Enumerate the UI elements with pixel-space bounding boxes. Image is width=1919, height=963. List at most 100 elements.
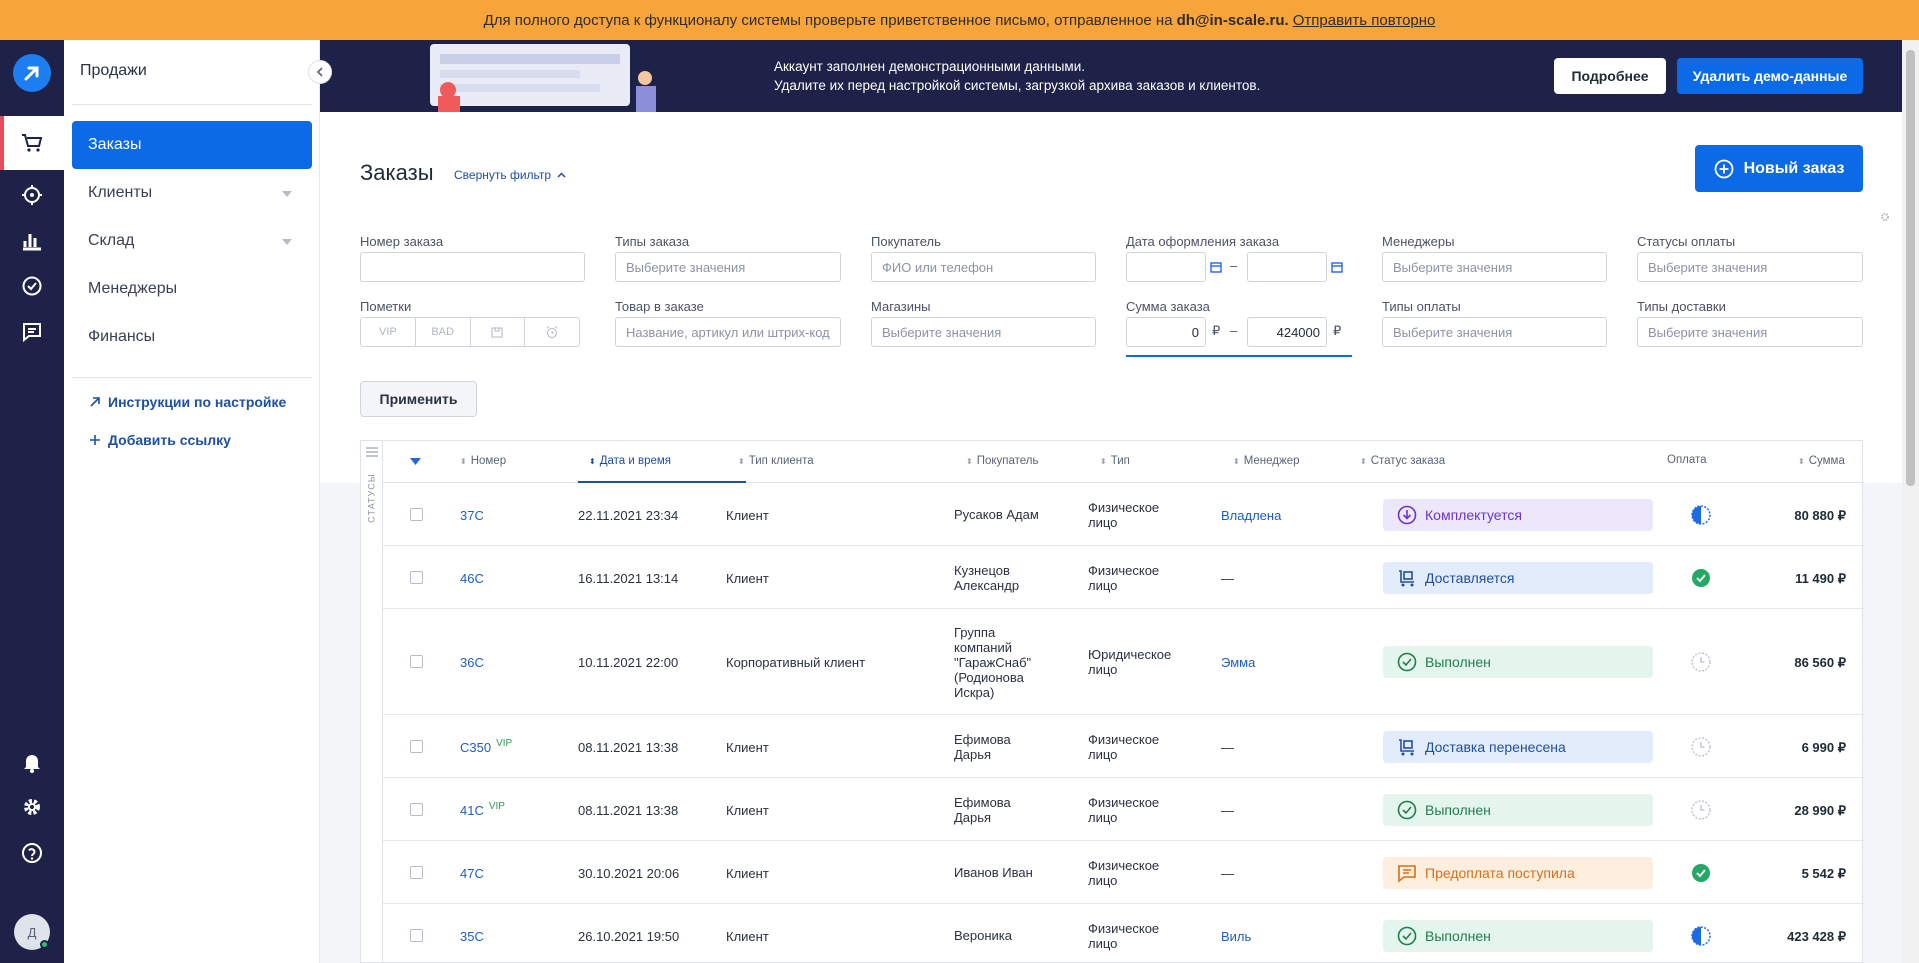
header-number[interactable]: ⬍ Номер [460, 455, 506, 467]
new-order-button[interactable]: Новый заказ [1695, 145, 1863, 192]
buyer-cell: Русаков Адам [954, 507, 1039, 522]
avatar[interactable]: Д [14, 914, 50, 950]
sidebar-item-clients[interactable]: Клиенты [72, 169, 312, 217]
status-badge[interactable]: Выполнен [1383, 646, 1653, 678]
managers-select[interactable] [1382, 252, 1607, 282]
chevron-down-icon [282, 239, 292, 245]
sidebar-item-orders[interactable]: Заказы [72, 121, 312, 169]
type-cell: Юридическое лицо [1088, 647, 1172, 677]
add-link-button[interactable]: Добавить ссылку [90, 432, 231, 448]
row-checkbox[interactable] [410, 655, 423, 668]
date-from-input[interactable] [1126, 252, 1206, 282]
filter-label: Статусы оплаты [1637, 234, 1736, 249]
sum-cell: 86 560 ₽ [1794, 655, 1846, 670]
header-client-type[interactable]: ⬍ Тип клиента [738, 455, 814, 467]
buyer-input[interactable] [871, 252, 1096, 282]
order-number-link[interactable]: C350 [460, 740, 491, 755]
table-row[interactable]: 41C VIP 08.11.2021 13:38 Клиент Ефимова Дарь… [383, 778, 1864, 841]
order-number-link[interactable]: 36C [460, 655, 484, 670]
delivery-types-select[interactable] [1637, 317, 1863, 347]
datetime-cell: 08.11.2021 13:38 [578, 739, 679, 755]
calendar-icon[interactable] [1210, 261, 1222, 273]
help-icon[interactable] [0, 826, 64, 880]
page-title: Заказы [360, 160, 434, 185]
filter-label: Типы доставки [1637, 299, 1726, 314]
scrollbar[interactable] [1902, 40, 1919, 963]
bad-mark-toggle[interactable]: BAD [416, 318, 471, 346]
delete-demo-button[interactable]: Удалить демо-данные [1677, 58, 1863, 94]
sum-to-input[interactable]: 424000 [1247, 317, 1327, 347]
collapse-filter-link[interactable]: Свернуть фильтр [454, 168, 566, 182]
settings-icon[interactable] [1880, 212, 1890, 222]
select-all-dropdown-icon[interactable] [410, 458, 421, 465]
row-checkbox[interactable] [410, 570, 423, 584]
header-manager[interactable]: ⬍ Менеджер [1233, 455, 1300, 467]
logo-icon[interactable] [13, 54, 51, 92]
sidebar-item-warehouse[interactable]: Склад [72, 217, 312, 265]
payment-status-icon[interactable] [1691, 652, 1711, 672]
payment-status-icon[interactable] [1691, 568, 1711, 588]
statuses-panel[interactable]: СТАТУСЫ [361, 441, 383, 963]
pay-types-select[interactable] [1382, 317, 1607, 347]
order-number-link[interactable]: 37C [460, 508, 484, 523]
order-number-link[interactable]: 47C [460, 866, 484, 881]
alarm-mark-toggle[interactable] [525, 318, 579, 346]
sum-from-input[interactable]: 0 [1126, 317, 1206, 347]
header-datetime[interactable]: ⬍ Дата и время [589, 455, 671, 467]
status-badge[interactable]: Доставляется [1383, 561, 1653, 594]
status-badge[interactable]: Комплектуется [1383, 498, 1653, 531]
order-number-input[interactable] [360, 252, 585, 282]
row-checkbox[interactable] [410, 739, 423, 753]
payment-status-icon[interactable] [1691, 799, 1711, 820]
sidebar-item-managers[interactable]: Менеджеры [72, 265, 312, 313]
table-row[interactable]: 35C 26.10.2021 19:50 Клиент Вероника Физичес… [383, 904, 1864, 963]
header-type[interactable]: ⬍ Тип [1100, 455, 1130, 467]
order-number-link[interactable]: 35C [460, 929, 484, 944]
cart-icon[interactable] [0, 116, 64, 170]
header-status[interactable]: ⬍ Статус заказа [1360, 455, 1445, 467]
table-row[interactable]: 36C 10.11.2021 22:00 Корпоративный клиент Г… [383, 609, 1864, 715]
buyer-cell: Ефимова Дарья [954, 731, 1011, 762]
filter-label: Товар в заказе [615, 299, 704, 314]
table-row[interactable]: 37C 22.11.2021 23:34 Клиент Русаков Адам Физ… [383, 483, 1864, 546]
order-number-cell: 35C [460, 929, 489, 946]
product-input[interactable] [615, 317, 841, 347]
header-buyer[interactable]: ⬍ Покупатель [966, 455, 1039, 467]
filter-label: Сумма заказа [1126, 299, 1210, 314]
payment-status-icon[interactable] [1691, 863, 1711, 883]
setup-guide-link[interactable]: Инструкции по настройке [90, 394, 286, 410]
collapse-sidebar-button[interactable] [308, 60, 332, 84]
box-mark-toggle[interactable] [471, 318, 526, 346]
row-checkbox[interactable] [410, 928, 423, 942]
more-button[interactable]: Подробнее [1554, 58, 1666, 94]
order-number-link[interactable]: 46C [460, 571, 484, 586]
order-number-link[interactable]: 41C [460, 803, 484, 818]
status-badge[interactable]: Предоплата поступила [1383, 856, 1653, 889]
table-row[interactable]: 47C 30.10.2021 20:06 Клиент Иванов Иван Физи… [383, 841, 1864, 904]
status-badge[interactable]: Выполнен [1383, 793, 1653, 826]
header-sum[interactable]: ⬍ Сумма [1798, 455, 1845, 467]
buyer-cell: Группа компаний "ГаражСнаб" (Родионова И… [954, 624, 1032, 700]
chevron-up-icon [557, 172, 566, 178]
payment-status-icon[interactable] [1691, 504, 1711, 525]
chat-icon[interactable] [0, 305, 64, 359]
status-badge[interactable]: Доставка перенесена [1383, 730, 1653, 763]
status-badge[interactable]: Выполнен [1383, 919, 1653, 952]
table-row[interactable]: C350 VIP 08.11.2021 13:38 Клиент Ефимова Дар… [383, 715, 1864, 778]
table-row[interactable]: 46C 16.11.2021 13:14 Клиент Кузнецов Алекса… [383, 546, 1864, 609]
pay-statuses-select[interactable] [1637, 252, 1863, 282]
row-checkbox[interactable] [410, 802, 423, 816]
payment-status-icon[interactable] [1691, 736, 1711, 757]
vip-mark-toggle[interactable]: VIP [361, 318, 416, 346]
row-checkbox[interactable] [410, 507, 423, 521]
date-to-input[interactable] [1247, 252, 1327, 282]
shops-select[interactable] [871, 317, 1096, 347]
sidebar-item-finance[interactable]: Финансы [72, 313, 312, 361]
payment-status-icon[interactable] [1691, 925, 1711, 946]
calendar-icon[interactable] [1331, 261, 1343, 273]
resend-link[interactable]: Отправить повторно [1293, 12, 1436, 29]
row-checkbox[interactable] [410, 865, 423, 879]
order-types-select[interactable] [615, 252, 841, 282]
apply-button[interactable]: Применить [360, 381, 477, 417]
scrollbar-thumb[interactable] [1906, 50, 1915, 486]
